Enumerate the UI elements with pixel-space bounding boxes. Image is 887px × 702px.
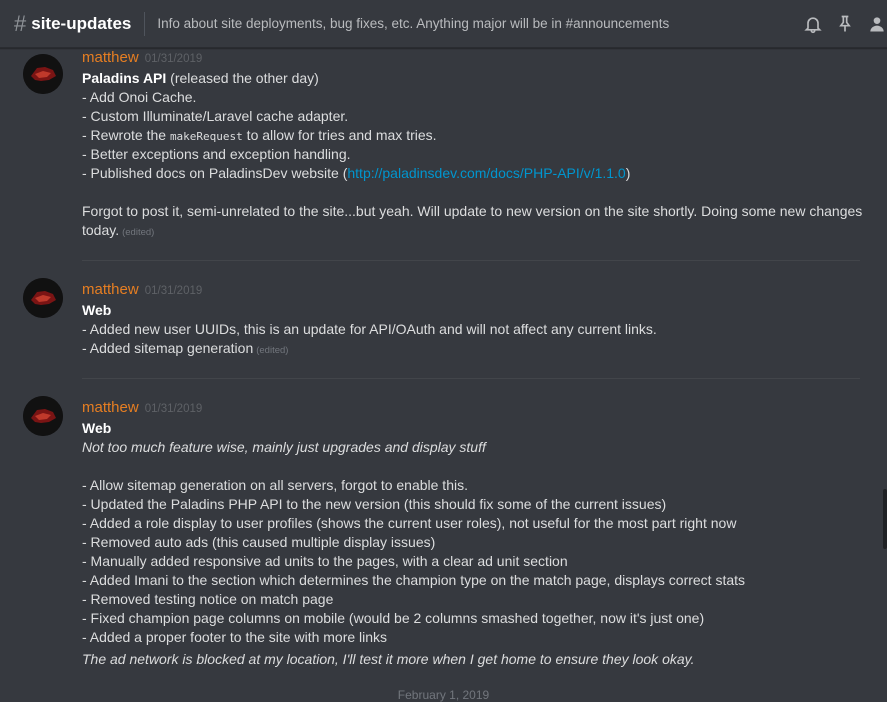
message-title-suffix: (released the other day) [166, 70, 319, 86]
channel-hash-icon: # [14, 10, 27, 36]
timestamp: 01/31/2019 [144, 285, 203, 297]
line-text: to allow for tries and max tries. [242, 127, 437, 143]
message-line: - Published docs on PaladinsDev website … [82, 165, 630, 181]
message-line: - Updated the Paladins PHP API to the ne… [82, 496, 667, 512]
message-line: - Removed testing notice on match page [82, 591, 334, 607]
bell-icon[interactable] [803, 14, 823, 34]
channel-topic[interactable]: Info about site deployments, bug fixes, … [157, 16, 669, 31]
message-line: - Allow sitemap generation on all server… [82, 477, 468, 493]
pin-icon[interactable] [835, 14, 855, 34]
message-divider [82, 378, 860, 379]
date-separator: February 1, 2019 [397, 688, 490, 702]
line-text: today. [82, 222, 120, 238]
message-list[interactable]: matthew 01/31/2019 Paladins API (release… [0, 49, 887, 699]
author-name[interactable]: matthew [82, 399, 139, 416]
message-line: - Custom Illuminate/Laravel cache adapte… [82, 108, 349, 124]
message-line: today. (edited) [82, 222, 154, 238]
message-line: - Add Onoi Cache. [82, 89, 197, 105]
channel-name[interactable]: site-updates [31, 14, 131, 34]
edited-tag: (edited) [122, 227, 155, 238]
line-text: - Added sitemap generation [82, 340, 254, 356]
avatar[interactable] [23, 54, 63, 94]
avatar[interactable] [23, 278, 63, 318]
timestamp: 01/31/2019 [144, 403, 203, 415]
message-outro: The ad network is blocked at my location… [82, 651, 695, 667]
message-intro: Not too much feature wise, mainly just u… [82, 439, 486, 455]
message-line: Forgot to post it, semi-unrelated to the… [82, 203, 863, 219]
line-text: - Published docs on PaladinsDev website … [82, 165, 348, 181]
line-text: ) [625, 165, 631, 181]
message-line: - Better exceptions and exception handli… [82, 146, 351, 162]
message-title: Web [82, 420, 112, 436]
header-toolbar [791, 0, 887, 48]
author-name[interactable]: matthew [82, 49, 139, 66]
message-divider [82, 260, 860, 261]
channel-header: # site-updates Info about site deploymen… [0, 0, 887, 48]
message-line: - Added sitemap generation (edited) [82, 340, 288, 356]
message-line: - Added a proper footer to the site with… [82, 629, 388, 645]
message-title: Web [82, 302, 112, 318]
message-line: Paladins API (released the other day) [82, 70, 319, 86]
timestamp: 01/31/2019 [144, 53, 203, 65]
edited-tag: (edited) [256, 345, 289, 356]
message-line: - Added a role display to user profiles … [82, 515, 737, 531]
message-line: - Fixed champion page columns on mobile … [82, 610, 705, 626]
message-line: - Manually added responsive ad units to … [82, 553, 568, 569]
avatar[interactable] [23, 396, 63, 436]
line-text: - Rewrote the [82, 127, 170, 143]
inline-code: makeRequest [169, 130, 243, 143]
message-line: - Added Imani to the section which deter… [82, 572, 746, 588]
members-icon[interactable] [867, 14, 887, 34]
scrollbar-thumb[interactable] [883, 489, 887, 549]
message-line: - Added new user UUIDs, this is an updat… [82, 321, 657, 337]
message-line: - Rewrote the makeRequest to allow for t… [82, 127, 437, 143]
message-line: - Removed auto ads (this caused multiple… [82, 534, 436, 550]
message-title: Paladins API [82, 70, 167, 86]
header-divider [144, 11, 146, 36]
author-name[interactable]: matthew [82, 281, 139, 298]
docs-link[interactable]: http://paladinsdev.com/docs/PHP-API/v/1.… [347, 165, 625, 181]
